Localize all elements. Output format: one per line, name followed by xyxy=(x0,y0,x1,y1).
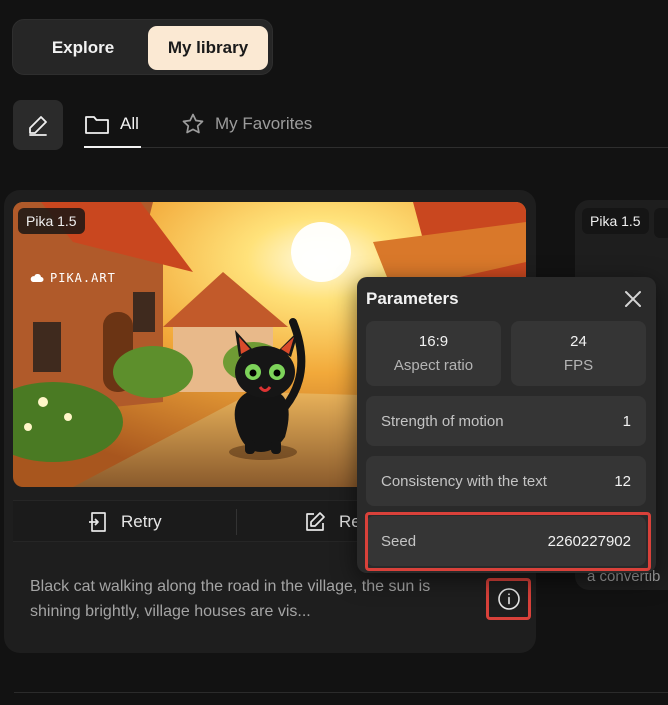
consistency-value: 12 xyxy=(614,472,631,490)
strength-of-motion-value: 1 xyxy=(622,412,631,430)
edit-action-button[interactable]: Re xyxy=(303,501,361,543)
info-icon xyxy=(497,588,520,610)
action-divider xyxy=(236,509,237,535)
my-library-tab-button[interactable]: My library xyxy=(148,26,268,70)
star-icon xyxy=(182,113,204,134)
folder-icon xyxy=(85,116,109,134)
pencil-icon xyxy=(29,116,47,136)
consistency-row: Consistency with the text 12 xyxy=(366,456,646,506)
model-badge: Pika 1.5 xyxy=(18,208,85,234)
fps-tile: 24 FPS xyxy=(511,321,646,386)
prompt-text: Black cat walking along the road in the … xyxy=(30,578,431,620)
close-icon[interactable] xyxy=(622,288,644,310)
cloud-icon xyxy=(30,274,44,282)
info-button[interactable] xyxy=(486,578,531,620)
watermark-text: PIKA.ART xyxy=(50,271,116,285)
explore-tab-button[interactable]: Explore xyxy=(19,26,147,70)
retry-label: Retry xyxy=(121,512,162,531)
retry-button[interactable]: Retry xyxy=(87,501,162,543)
watermark: PIKA.ART xyxy=(30,271,116,285)
consistency-label: Consistency with the text xyxy=(381,472,547,490)
bottom-divider xyxy=(14,692,668,693)
aspect-ratio-value: 16:9 xyxy=(418,333,449,350)
view-toggle: Explore My library xyxy=(12,19,273,75)
tab-favorites[interactable]: My Favorites xyxy=(181,100,312,148)
card2-icon-badge xyxy=(654,208,668,238)
tab-favorites-label: My Favorites xyxy=(215,114,313,133)
seed-highlight xyxy=(365,512,651,571)
edit-icon xyxy=(306,512,325,531)
model-badge-2: Pika 1.5 xyxy=(582,208,649,234)
aspect-ratio-label: Aspect ratio xyxy=(393,357,474,374)
retry-icon xyxy=(89,512,106,532)
app-root: Explore My library All My Favorites Pika… xyxy=(0,0,668,705)
fps-value: 24 xyxy=(570,333,587,350)
strength-of-motion-row: Strength of motion 1 xyxy=(366,396,646,446)
tab-all-label: All xyxy=(120,114,139,133)
tab-all[interactable]: All xyxy=(84,100,139,148)
fps-label: FPS xyxy=(563,357,594,374)
aspect-ratio-tile: 16:9 Aspect ratio xyxy=(366,321,501,386)
active-tab-indicator xyxy=(84,146,141,148)
strength-of-motion-label: Strength of motion xyxy=(381,412,504,430)
parameters-title: Parameters xyxy=(366,289,459,308)
tabs-divider xyxy=(141,147,668,148)
edit-button[interactable] xyxy=(13,100,63,150)
